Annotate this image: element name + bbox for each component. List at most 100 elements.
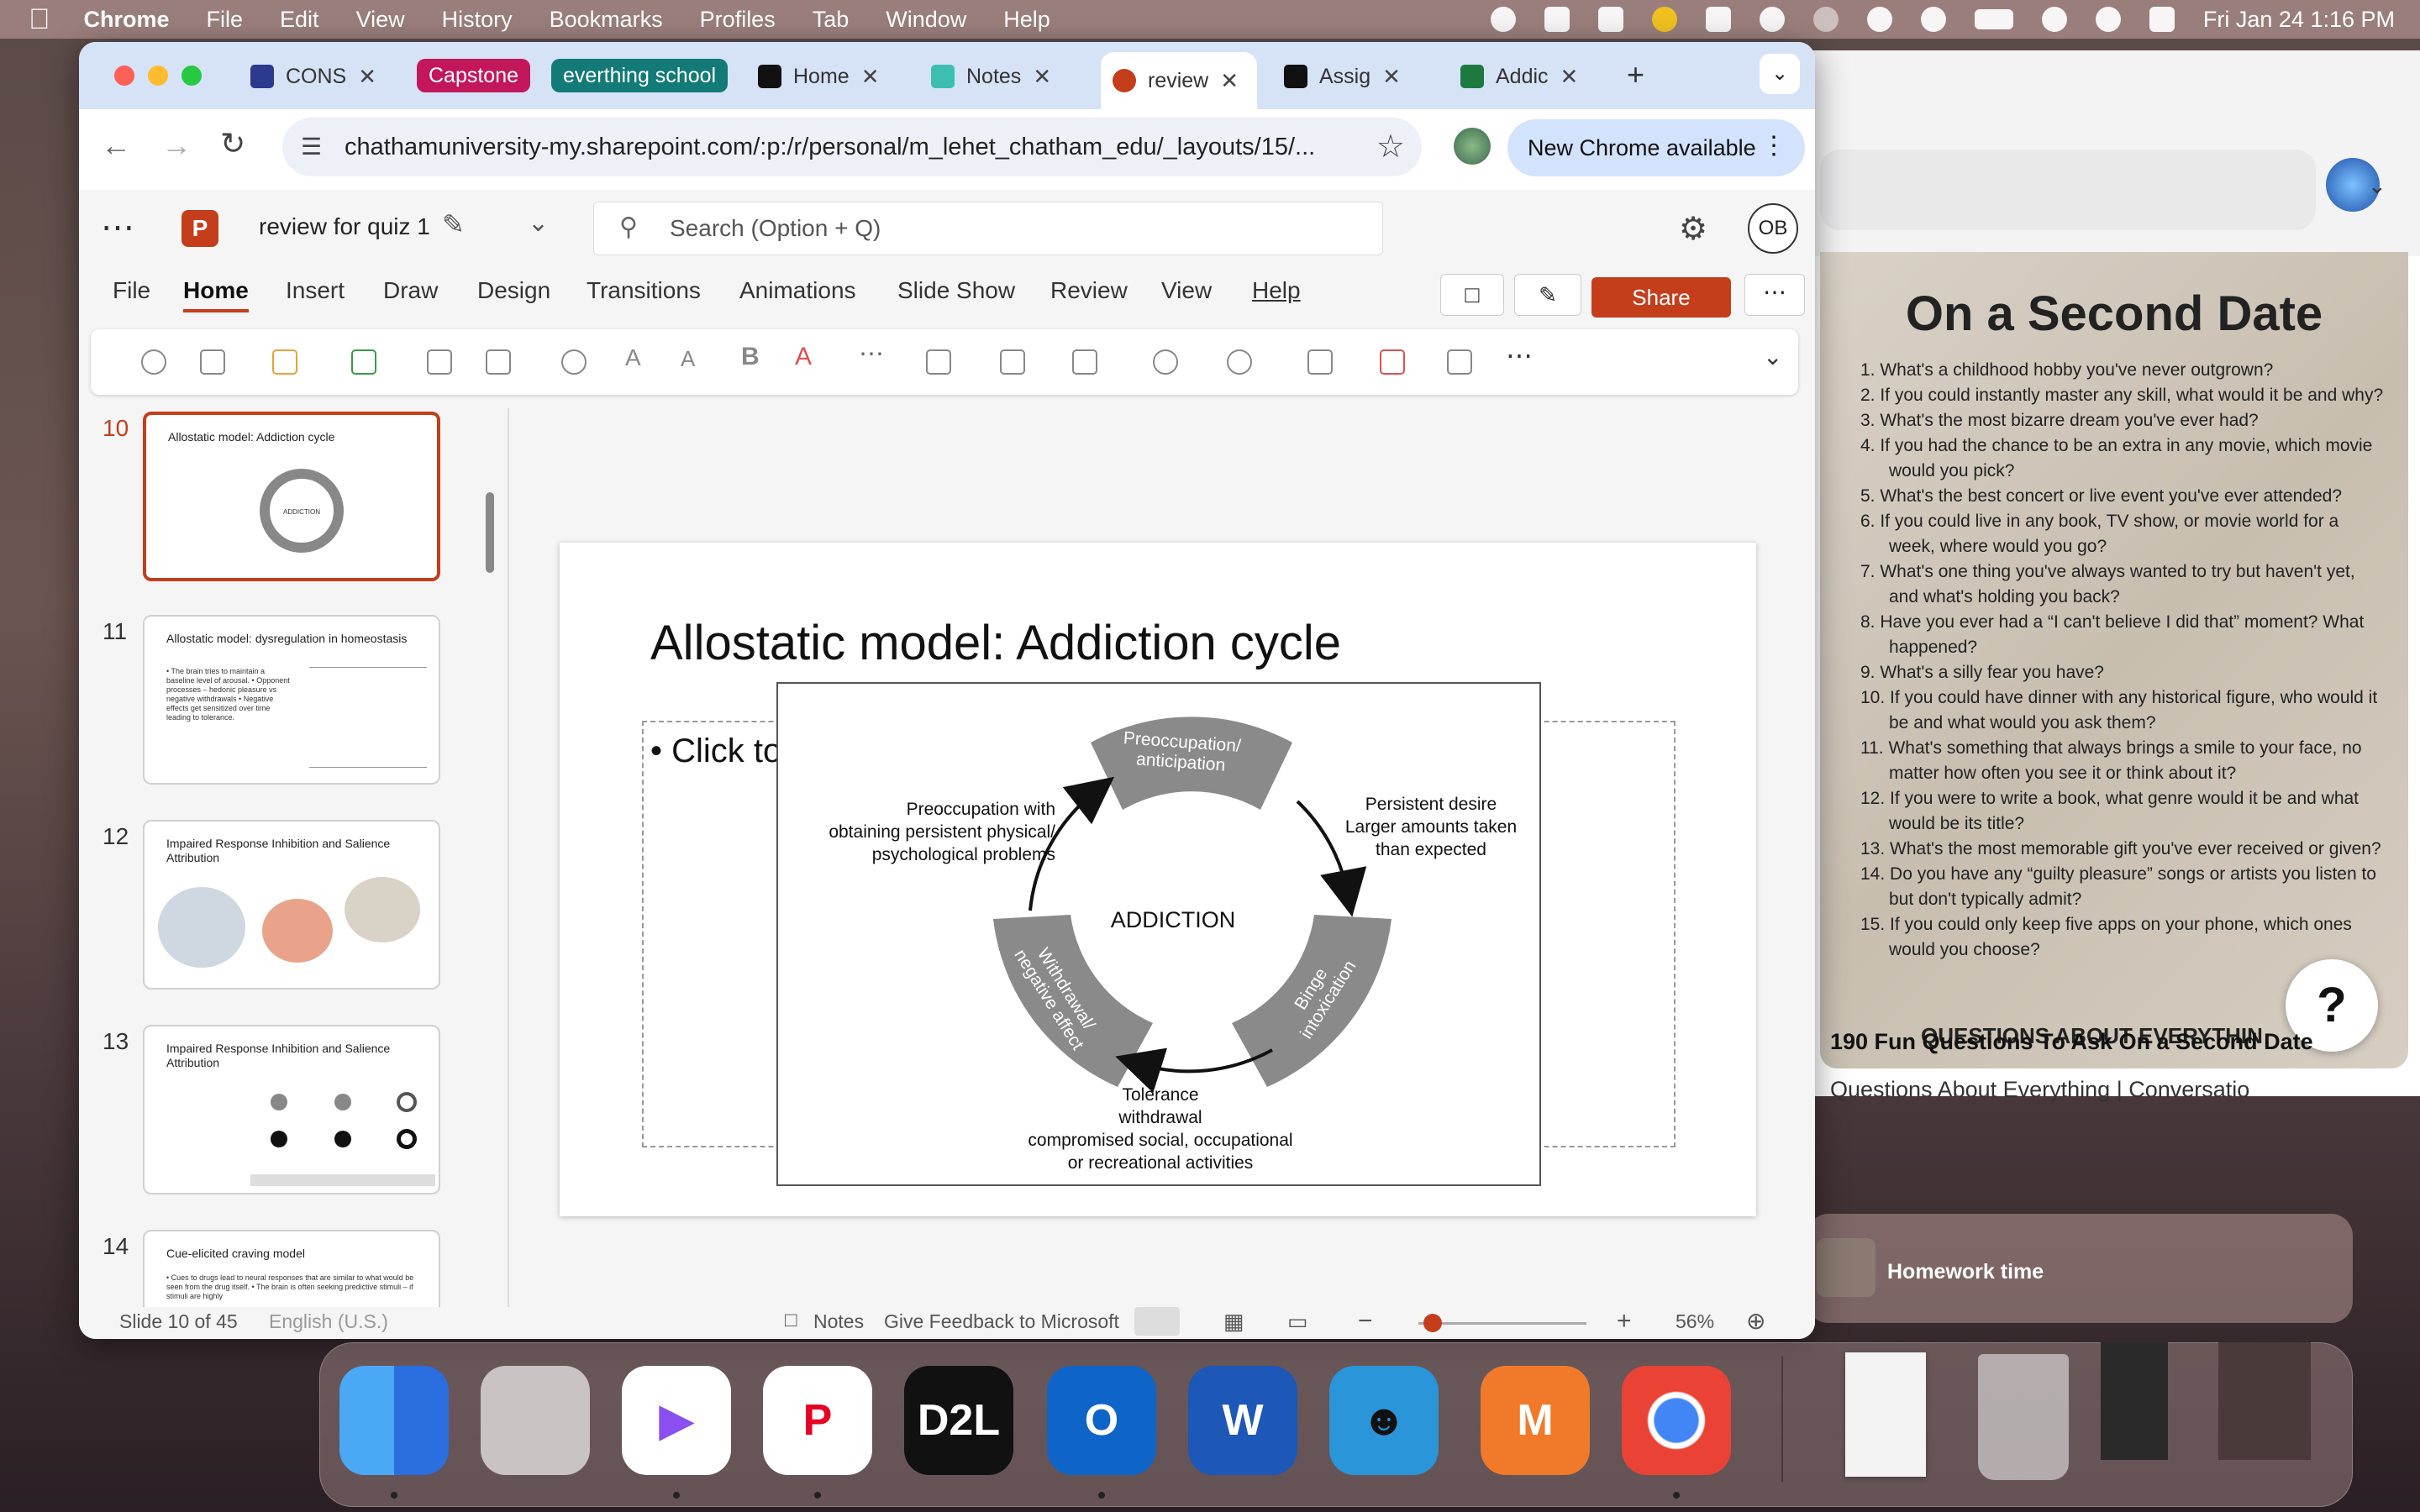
reload-icon[interactable]: ↻ — [220, 126, 245, 161]
add-ins-icon[interactable] — [1447, 349, 1472, 375]
tab-draw[interactable]: Draw — [383, 277, 438, 304]
menu-tab[interactable]: Tab — [813, 7, 850, 33]
document-title[interactable]: review for quiz 1 — [259, 213, 430, 240]
new-slide-icon[interactable] — [351, 349, 376, 375]
more-icon[interactable]: ⋮ — [1761, 131, 1786, 160]
tab-file[interactable]: File — [113, 277, 150, 304]
site-info-icon[interactable]: ☰ — [301, 133, 322, 160]
search-icon[interactable] — [2095, 7, 2121, 32]
side-search-field[interactable] — [1820, 150, 2316, 230]
app-launcher-icon[interactable]: ⋯ — [101, 208, 134, 247]
search-input[interactable]: ⚲ Search (Option + Q) — [593, 202, 1383, 255]
mute-icon[interactable] — [1812, 7, 1839, 32]
slide-thumbnail-11[interactable]: Allostatic model: dysregulation in homeo… — [143, 615, 440, 785]
menu-bookmarks[interactable]: Bookmarks — [550, 7, 663, 33]
chrome-icon[interactable] — [1622, 1366, 1731, 1475]
menu-clock[interactable]: Fri Jan 24 1:16 PM — [2203, 7, 2395, 33]
play-app-icon[interactable]: ▶ — [622, 1366, 731, 1475]
more-font-icon[interactable]: ⋯ — [859, 339, 884, 368]
tab-notes[interactable]: Notes ✕ — [919, 54, 1063, 99]
bullets-icon[interactable] — [926, 349, 951, 375]
tab-review[interactable]: Review — [1050, 277, 1128, 304]
pinterest-icon[interactable]: P — [763, 1366, 872, 1475]
settings-gear-icon[interactable]: ⚙ — [1679, 210, 1707, 248]
shapes-icon[interactable] — [1153, 349, 1178, 375]
profile-avatar[interactable] — [1454, 128, 1491, 165]
placeholder-bullet[interactable]: • Click to — [650, 732, 781, 770]
paste-icon[interactable] — [200, 349, 225, 375]
tab-view[interactable]: View — [1161, 277, 1212, 304]
album-icon[interactable] — [2101, 1342, 2168, 1460]
close-icon[interactable]: ✕ — [861, 64, 880, 90]
menu-edit[interactable]: Edit — [280, 7, 319, 33]
music-app-icon[interactable]: M — [1481, 1366, 1590, 1475]
ribbon-expand-icon[interactable]: ⌄ — [1763, 343, 1788, 370]
format-painter-icon[interactable] — [272, 349, 297, 375]
share-button[interactable]: Share — [1591, 277, 1731, 318]
slideshow-view-icon[interactable]: ▭ — [1287, 1309, 1308, 1335]
trash-icon[interactable] — [1978, 1354, 2069, 1480]
close-icon[interactable]: ✕ — [1382, 64, 1401, 90]
feedback-link[interactable]: Give Feedback to Microsoft — [884, 1310, 1119, 1333]
font-grow-icon[interactable]: A — [625, 344, 650, 370]
launchpad-icon[interactable] — [481, 1366, 590, 1475]
minimize-window-button[interactable] — [148, 66, 168, 86]
control-center-icon[interactable] — [2149, 7, 2175, 32]
user-icon[interactable] — [1920, 7, 1946, 32]
wifi-icon[interactable] — [2041, 7, 2067, 32]
zoom-level[interactable]: 56% — [1676, 1310, 1714, 1333]
tab-search-icon[interactable]: ⌄ — [1760, 54, 1800, 94]
image-source[interactable]: Questions About Everything | Conversatio — [1830, 1077, 2249, 1103]
notes-button[interactable]: Notes — [813, 1310, 864, 1333]
creative-cloud-icon[interactable] — [1490, 7, 1516, 32]
tab-addiction[interactable]: Addic ✕ — [1449, 54, 1590, 99]
more-commands-icon[interactable]: ⋯ — [1506, 339, 1533, 370]
bold-icon[interactable]: B — [741, 343, 766, 370]
menu-file[interactable]: File — [207, 7, 244, 33]
outlook-status-icon[interactable] — [1597, 7, 1623, 32]
notes-icon[interactable]: □ — [785, 1309, 797, 1332]
find-icon[interactable] — [1227, 349, 1252, 375]
bookmark-star-icon[interactable]: ☆ — [1376, 128, 1405, 165]
zoom-slider-thumb[interactable] — [1423, 1314, 1442, 1332]
slide-thumbnail-12[interactable]: Impaired Response Inhibition and Salienc… — [143, 820, 440, 990]
fit-to-window-icon[interactable]: ⊕ — [1746, 1307, 1765, 1335]
slide-thumbnail-13[interactable]: Impaired Response Inhibition and Salienc… — [143, 1025, 440, 1194]
close-icon[interactable]: ✕ — [1560, 64, 1579, 90]
forward-icon[interactable]: → — [161, 128, 192, 163]
chevron-down-icon[interactable]: ⌄ — [528, 208, 549, 238]
powerpoint-logo-icon[interactable]: P — [182, 210, 218, 247]
dictate-mic-icon[interactable] — [1307, 349, 1333, 375]
menu-app-name[interactable]: Chrome — [84, 7, 170, 33]
tab-insert[interactable]: Insert — [286, 277, 345, 304]
comments-icon[interactable]: □ — [1440, 274, 1504, 316]
menu-profiles[interactable]: Profiles — [700, 7, 776, 33]
d2l-app-icon[interactable]: D2L — [904, 1366, 1013, 1475]
s-app-icon[interactable] — [1705, 7, 1731, 32]
close-window-button[interactable] — [114, 66, 134, 86]
zoom-in-icon[interactable]: + — [1617, 1307, 1632, 1336]
apple-menu-icon[interactable]:  — [29, 3, 50, 36]
close-icon[interactable]: ✕ — [1033, 64, 1051, 90]
finder-icon[interactable] — [339, 1366, 449, 1475]
chevron-down-icon[interactable]: ⌄ — [2368, 173, 2386, 199]
album-icon[interactable] — [2218, 1342, 2311, 1460]
back-icon[interactable]: ← — [101, 128, 131, 163]
menu-window[interactable]: Window — [886, 7, 966, 33]
thumbnail-scrollbar[interactable] — [486, 492, 494, 573]
close-icon[interactable]: ✕ — [1220, 68, 1239, 94]
zoom-window-button[interactable] — [182, 66, 202, 86]
hide-icon[interactable] — [561, 349, 587, 375]
language-indicator[interactable]: English (U.S.) — [269, 1310, 388, 1333]
document-stack-icon[interactable] — [1845, 1352, 1926, 1477]
kindle-icon[interactable]: ☻ — [1329, 1366, 1439, 1475]
tab-review[interactable]: review ✕ — [1101, 52, 1257, 109]
normal-view-icon[interactable] — [1134, 1307, 1180, 1336]
battery-icon[interactable] — [1974, 9, 2013, 29]
new-chrome-button[interactable]: New Chrome available ⋮ — [1507, 119, 1805, 176]
font-shrink-icon[interactable]: A — [681, 346, 706, 371]
undo-icon[interactable] — [141, 349, 166, 375]
more-options-icon[interactable]: ⋯ — [1744, 274, 1805, 316]
font-color-icon[interactable]: A — [795, 343, 820, 370]
pane-divider[interactable] — [508, 408, 509, 1309]
